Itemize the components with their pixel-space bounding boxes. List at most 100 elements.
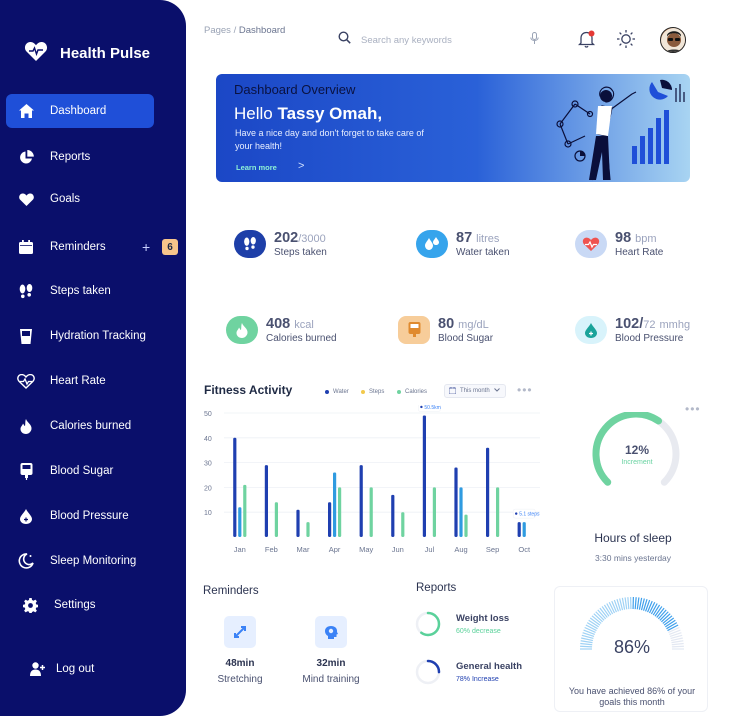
bar-water-aug[interactable] — [454, 467, 458, 537]
sidebar-item-calories-burned[interactable]: Calories burned — [6, 409, 154, 443]
sidebar-item-settings[interactable]: Settings — [6, 588, 154, 622]
bar-water-apr[interactable] — [328, 502, 332, 537]
weight-loss-progress-ring — [415, 611, 441, 637]
gauge-tick — [608, 601, 616, 614]
reminder-card-stretching[interactable]: 48min Stretching — [200, 616, 280, 685]
stat-blood-pressure[interactable]: 102/72 mmhg Blood Pressure — [575, 316, 690, 344]
period-select[interactable]: This month — [444, 384, 506, 398]
bar-water-sep[interactable] — [486, 447, 490, 537]
bar-steps-aug[interactable] — [459, 487, 463, 537]
blood-drop-icon — [575, 316, 607, 344]
bar-calories-sep[interactable] — [496, 487, 500, 537]
footprints-icon — [234, 230, 266, 258]
calories-unit: kcal — [294, 319, 314, 331]
learn-more-link[interactable]: Learn more — [236, 163, 277, 172]
sidebar-item-goals[interactable]: Goals — [6, 182, 154, 216]
logout-button[interactable]: Log out — [6, 652, 154, 686]
greeting-word: Hello — [234, 104, 273, 123]
sleep-more-button[interactable]: ••• — [685, 402, 701, 416]
stat-value: 202/3000 — [274, 230, 327, 246]
report-weight-loss[interactable]: Weight loss 60% decrease — [414, 610, 509, 638]
sidebar-item-label: Steps taken — [50, 285, 111, 297]
user-logout-icon — [28, 659, 48, 679]
gauge-tick — [648, 601, 656, 614]
stat-calories[interactable]: 408 kcal Calories burned — [226, 316, 337, 344]
sidebar-item-label: Dashboard — [50, 105, 107, 117]
pie-chart-icon — [16, 147, 36, 167]
bar-calories-aug[interactable] — [464, 514, 468, 537]
sidebar-item-hydration-tracking[interactable]: Hydration Tracking — [6, 319, 154, 353]
bar-water-oct[interactable] — [517, 522, 521, 537]
legend-label: Steps — [369, 389, 385, 395]
steps-unit: /3000 — [298, 233, 326, 245]
sidebar-item-sleep-monitoring[interactable]: Sleep Monitoring — [6, 544, 154, 578]
sidebar-item-blood-pressure[interactable]: Blood Pressure — [6, 499, 154, 533]
dashboard-page: Health Pulse Dashboard Reports Goals Rem… — [0, 0, 729, 716]
learn-more-arrow-icon[interactable]: > — [298, 160, 304, 172]
user-avatar[interactable] — [660, 27, 686, 53]
notification-bell-icon[interactable] — [577, 30, 596, 53]
stat-label: Steps taken — [274, 247, 327, 258]
flame-icon — [226, 316, 258, 344]
legend-calories: Calories — [397, 389, 427, 395]
breadcrumb-root[interactable]: Pages — [204, 25, 231, 36]
fitness-more-button[interactable]: ••• — [517, 383, 533, 397]
sidebar-item-reports[interactable]: Reports — [6, 140, 154, 174]
stat-steps[interactable]: 202/3000 Steps taken — [234, 230, 327, 258]
report-name: General health — [456, 661, 522, 672]
bar-water-mar[interactable] — [296, 509, 300, 537]
microphone-icon[interactable] — [530, 32, 539, 50]
x-tick-label: Jan — [234, 545, 246, 554]
gauge-tick — [621, 597, 626, 610]
fitness-activity-title: Fitness Activity — [204, 383, 293, 397]
y-tick-label: 50 — [204, 411, 212, 418]
bar-calories-mar[interactable] — [306, 522, 310, 537]
bar-steps-oct[interactable] — [522, 522, 526, 537]
stat-water[interactable]: 87 litres Water taken — [416, 230, 510, 258]
sidebar-item-dashboard[interactable]: Dashboard — [6, 94, 154, 128]
stat-blood-sugar[interactable]: 80 mg/dL Blood Sugar — [398, 316, 493, 344]
flame-icon — [16, 416, 36, 436]
blood-drop-icon — [16, 506, 36, 526]
stat-value: 102/72 mmhg — [615, 316, 690, 332]
sidebar-item-label: Blood Pressure — [50, 510, 129, 522]
bar-calories-jan[interactable] — [243, 484, 247, 537]
goals-card: 86% You have achieved 86% of your goals … — [554, 586, 708, 712]
bar-calories-jul[interactable] — [432, 487, 436, 537]
stat-label: Calories burned — [266, 333, 337, 344]
bar-steps-apr[interactable] — [333, 472, 337, 537]
report-general-health[interactable]: General health 78% Increase — [414, 658, 522, 686]
bar-water-jan[interactable] — [233, 437, 237, 537]
stat-heart-rate[interactable]: 98 bpm Heart Rate — [575, 230, 663, 258]
bar-steps-jan[interactable] — [238, 507, 242, 537]
bar-calories-jun[interactable] — [401, 512, 405, 537]
reminder-card-mind-training[interactable]: 32min Mind training — [291, 616, 371, 685]
sleep-increment-label: Increment — [621, 459, 653, 466]
data-annotation: 5.1 steps — [512, 508, 540, 519]
stat-label: Blood Sugar — [438, 333, 494, 344]
banner-message: Have a nice day and don't forget to take… — [235, 128, 424, 151]
bar-water-jul[interactable] — [422, 415, 426, 537]
bar-water-may[interactable] — [359, 465, 363, 537]
search-input[interactable] — [361, 34, 526, 46]
stat-label: Blood Pressure — [615, 333, 684, 344]
sidebar-item-steps-taken[interactable]: Steps taken — [6, 274, 154, 308]
data-annotation: 50.5km — [418, 405, 441, 412]
gauge-tick — [627, 597, 630, 610]
bar-water-feb[interactable] — [264, 465, 268, 537]
goals-percent: 86% — [613, 637, 651, 657]
bar-water-jun[interactable] — [391, 494, 395, 537]
sun-icon[interactable] — [616, 29, 636, 54]
brand[interactable]: Health Pulse — [24, 40, 150, 67]
fitness-activity-chart: 10 20 30 40 50 Jan Feb Mar Apr May Jun Jul Aug Sep Oct… — [204, 405, 540, 554]
bar-calories-apr[interactable] — [338, 487, 342, 537]
x-tick-label: Oct — [518, 545, 531, 554]
bar-calories-may[interactable] — [369, 487, 373, 537]
sidebar-item-heart-rate[interactable]: Heart Rate — [6, 364, 154, 398]
period-select-value: This month — [460, 388, 490, 394]
bar-calories-feb[interactable] — [274, 502, 278, 537]
add-reminder-button[interactable]: + — [142, 239, 150, 255]
sidebar-item-blood-sugar[interactable]: Blood Sugar — [6, 454, 154, 488]
sidebar-item-reminders[interactable]: Reminders + 6 — [6, 230, 178, 264]
search-icon[interactable] — [338, 31, 351, 49]
